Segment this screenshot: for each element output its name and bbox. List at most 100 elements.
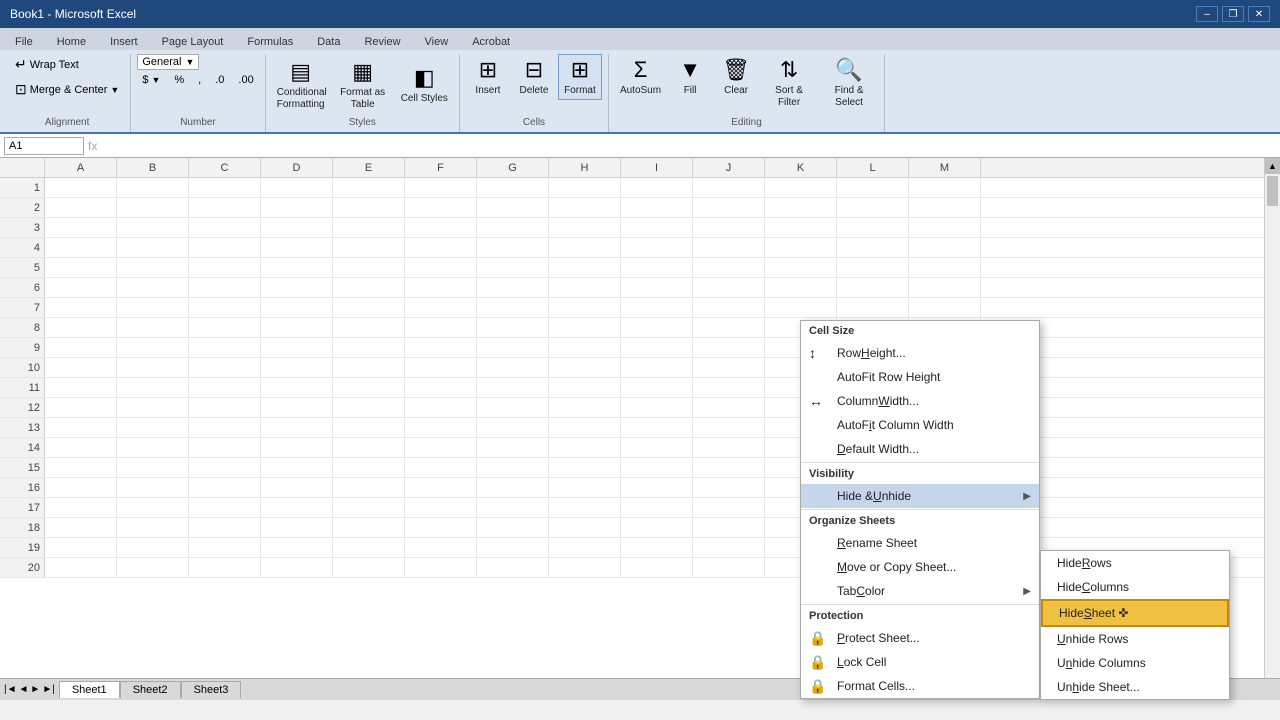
col-header-b[interactable]: B [117, 158, 189, 177]
tab-insert[interactable]: Insert [99, 33, 149, 50]
autosum-button[interactable]: Σ AutoSum [615, 54, 666, 100]
tab-acrobat[interactable]: Acrobat [461, 33, 521, 50]
title-bar: Book1 - Microsoft Excel – ❐ ✕ [0, 0, 1280, 28]
col-header-k[interactable]: K [765, 158, 837, 177]
autosum-icon: Σ [634, 57, 648, 83]
sheet-last-button[interactable]: ►| [42, 684, 55, 695]
row-header: 18 [0, 518, 45, 537]
sheet-nav-buttons: |◄ ◄ ► ►| [0, 684, 59, 695]
col-header-h[interactable]: H [549, 158, 621, 177]
styles-group-label: Styles [272, 115, 453, 128]
currency-button[interactable]: $▼ [137, 72, 165, 88]
table-row: 2 [0, 198, 1264, 218]
cell-styles-button[interactable]: ◧ Cell Styles [396, 62, 453, 108]
find-select-button[interactable]: 🔍 Find & Select [820, 54, 878, 112]
table-row: 18 [0, 518, 1264, 538]
format-cells-icon: 🔒 [809, 678, 826, 695]
merge-chevron-icon[interactable]: ▼ [110, 85, 119, 95]
delete-button[interactable]: ⊟ Delete [512, 54, 556, 100]
insert-button[interactable]: ⊞ Insert [466, 54, 510, 100]
tab-formulas[interactable]: Formulas [236, 33, 304, 50]
merge-icon: ⊡ [15, 81, 27, 98]
minimize-button[interactable]: – [1196, 6, 1218, 22]
number-format-dropdown[interactable]: General ▼ [137, 54, 199, 70]
col-header-d[interactable]: D [261, 158, 333, 177]
format-as-table-button[interactable]: ▦ Format as Table [334, 56, 392, 114]
table-row: 10 [0, 358, 1264, 378]
col-header-f[interactable]: F [405, 158, 477, 177]
col-header-i[interactable]: I [621, 158, 693, 177]
window-title: Book1 - Microsoft Excel [10, 7, 136, 21]
fill-button[interactable]: ▼ Fill [668, 54, 712, 100]
default-width-item[interactable]: Default Width... [801, 437, 1039, 461]
row-header: 19 [0, 538, 45, 557]
tab-color-item[interactable]: Tab Color [801, 579, 1039, 603]
cell-a1[interactable] [45, 178, 117, 197]
sheet-prev-button[interactable]: ◄ [19, 684, 29, 695]
col-header-a[interactable]: A [45, 158, 117, 177]
divider-1 [801, 462, 1039, 463]
sheet-tab-1[interactable]: Sheet1 [59, 681, 120, 698]
table-row: 4 [0, 238, 1264, 258]
unhide-columns-item[interactable]: Unhide Columns [1041, 651, 1229, 675]
table-row: 12 [0, 398, 1264, 418]
clear-button[interactable]: 🗑 Clear [714, 54, 758, 100]
tab-page-layout[interactable]: Page Layout [151, 33, 235, 50]
hide-unhide-item[interactable]: Hide & Unhide [801, 484, 1039, 508]
sheet-next-button[interactable]: ► [30, 684, 40, 695]
unhide-sheet-item[interactable]: Unhide Sheet... [1041, 675, 1229, 699]
format-button[interactable]: ⊞ Format [558, 54, 602, 100]
decrease-decimal-button[interactable]: .0 [210, 72, 229, 88]
format-cells-item[interactable]: 🔒 Format Cells... [801, 674, 1039, 698]
protect-sheet-icon: 🔒 [809, 630, 826, 647]
formula-input[interactable] [101, 140, 1276, 152]
row-height-item[interactable]: ↕ Row Height... [801, 341, 1039, 365]
tab-home[interactable]: Home [46, 33, 97, 50]
tab-file[interactable]: File [4, 33, 44, 50]
percent-button[interactable]: % [169, 72, 189, 88]
wrap-text-button[interactable]: ↵ Wrap Text [10, 54, 84, 75]
col-header-e[interactable]: E [333, 158, 405, 177]
hide-columns-item[interactable]: Hide Columns [1041, 575, 1229, 599]
tab-review[interactable]: Review [353, 33, 411, 50]
tab-view[interactable]: View [414, 33, 460, 50]
hide-rows-item[interactable]: Hide Rows [1041, 551, 1229, 575]
col-header-l[interactable]: L [837, 158, 909, 177]
autofit-row-height-item[interactable]: AutoFit Row Height [801, 365, 1039, 389]
conditional-formatting-button[interactable]: ▤ Conditional Formatting [272, 56, 330, 114]
hide-sheet-item[interactable]: Hide Sheet ✜ [1041, 599, 1229, 627]
scroll-up-button[interactable]: ▲ [1265, 158, 1280, 174]
currency-chevron-icon[interactable]: ▼ [151, 75, 160, 85]
number-format-chevron-icon[interactable]: ▼ [185, 57, 194, 67]
merge-center-button[interactable]: ⊡ Merge & Center ▼ [10, 79, 124, 100]
scroll-thumb[interactable] [1267, 176, 1278, 206]
rename-sheet-item[interactable]: Rename Sheet [801, 531, 1039, 555]
col-header-m[interactable]: M [909, 158, 981, 177]
tab-data[interactable]: Data [306, 33, 351, 50]
main-area: A B C D E F G H I J K L M 1 2 3 4 5 [0, 158, 1280, 700]
restore-button[interactable]: ❐ [1222, 6, 1244, 22]
col-header-c[interactable]: C [189, 158, 261, 177]
close-button[interactable]: ✕ [1248, 6, 1270, 22]
sheet-tab-3[interactable]: Sheet3 [181, 681, 242, 698]
col-header-j[interactable]: J [693, 158, 765, 177]
col-header-g[interactable]: G [477, 158, 549, 177]
autofit-column-width-item[interactable]: AutoFit Column Width [801, 413, 1039, 437]
row-header: 11 [0, 378, 45, 397]
name-box[interactable] [4, 137, 84, 155]
sort-filter-button[interactable]: ⇅ Sort & Filter [760, 54, 818, 112]
sheet-first-button[interactable]: |◄ [4, 684, 17, 695]
unhide-rows-item[interactable]: Unhide Rows [1041, 627, 1229, 651]
align-row-2: ⊡ Merge & Center ▼ [10, 79, 124, 100]
comma-button[interactable]: , [193, 72, 206, 88]
table-row: 11 [0, 378, 1264, 398]
lock-cell-item[interactable]: 🔒 Lock Cell [801, 650, 1039, 674]
vertical-scrollbar[interactable]: ▲ ▼ [1264, 158, 1280, 700]
protect-sheet-item[interactable]: 🔒 Protect Sheet... [801, 626, 1039, 650]
increase-decimal-button[interactable]: .00 [233, 72, 258, 88]
sheet-tab-2[interactable]: Sheet2 [120, 681, 181, 698]
table-row: 3 [0, 218, 1264, 238]
move-copy-sheet-item[interactable]: Move or Copy Sheet... [801, 555, 1039, 579]
column-width-item[interactable]: ↔ Column Width... [801, 389, 1039, 413]
find-label: Find & Select [825, 85, 873, 109]
